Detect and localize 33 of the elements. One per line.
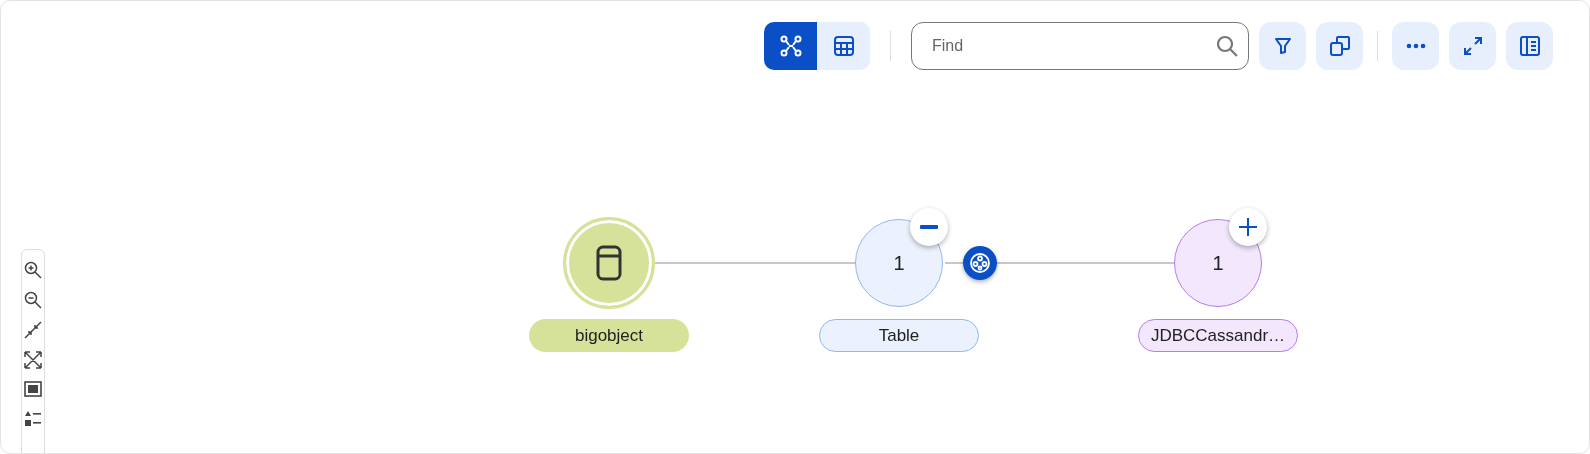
node-circle[interactable]: 1: [855, 219, 943, 307]
graph-view-tab[interactable]: [764, 22, 817, 70]
table-icon: [832, 35, 855, 57]
plus-icon: [1239, 218, 1257, 236]
search-field[interactable]: Find: [911, 22, 1249, 70]
minus-icon: [920, 225, 938, 229]
expand-button[interactable]: [1229, 208, 1267, 246]
zoom-out-icon[interactable]: [24, 291, 42, 309]
copy-icon: [1328, 35, 1351, 57]
expand-icon: [1462, 36, 1483, 56]
node-label: JDBCCassandr…: [1138, 319, 1298, 352]
search-icon: [1215, 34, 1239, 58]
filter-icon: [1272, 36, 1293, 56]
more-button[interactable]: [1392, 22, 1439, 70]
legend-icon[interactable]: [24, 409, 42, 427]
node-label: Table: [819, 319, 979, 352]
expand-button[interactable]: [1449, 22, 1496, 70]
connection-icon: [969, 252, 991, 274]
minimap-icon[interactable]: [24, 381, 42, 397]
panel-icon: [1518, 35, 1541, 57]
link-button[interactable]: [963, 246, 997, 280]
more-icon: [1405, 43, 1426, 49]
panel-button[interactable]: [1506, 22, 1553, 70]
node-circle[interactable]: 1: [1174, 219, 1262, 307]
network-icon: [778, 34, 803, 58]
cylinder-icon: [596, 245, 622, 281]
node-label: bigobject: [529, 319, 689, 352]
collapse-icon[interactable]: [24, 321, 42, 339]
collapse-button[interactable]: [910, 208, 948, 246]
copy-button[interactable]: [1316, 22, 1363, 70]
fit-icon[interactable]: [24, 351, 42, 369]
filter-button[interactable]: [1259, 22, 1306, 70]
zoom-in-icon[interactable]: [24, 261, 42, 279]
